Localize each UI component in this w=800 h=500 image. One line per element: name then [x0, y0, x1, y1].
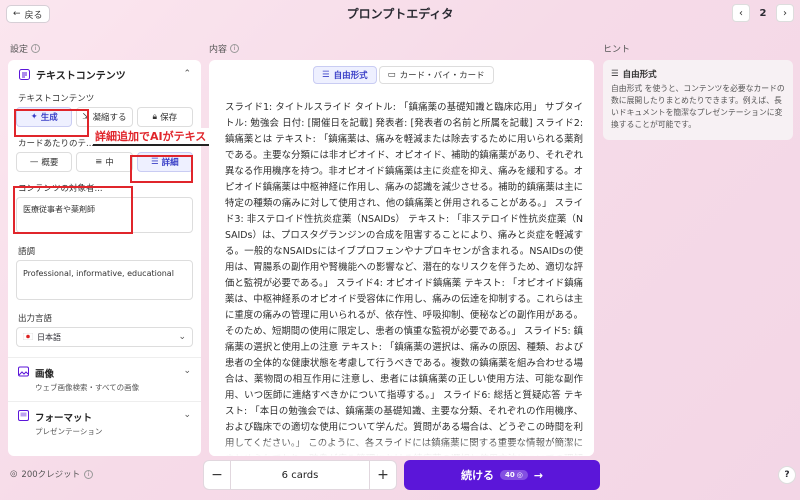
arrow-right-icon: → [533, 468, 544, 482]
hint-title: 自由形式 [622, 70, 657, 80]
tone-input[interactable]: Professional, informative, educational [16, 260, 193, 300]
summary-label: 概要 [41, 158, 59, 168]
highlight-detailed [130, 155, 193, 183]
preserve-label: 保存 [160, 113, 178, 123]
content-label: 内容 [209, 45, 228, 55]
cost-value: 40 [504, 471, 515, 479]
lock-icon: 🔒︎ [152, 112, 158, 122]
chevron-up-icon[interactable]: ⌃ [183, 69, 191, 79]
tone-label: 語調 [18, 247, 36, 257]
chevron-down-icon: ⌄ [178, 332, 186, 342]
lines-icon: ☰ [322, 70, 330, 80]
text-content-label: テキストコンテンツ [18, 94, 95, 104]
info-icon[interactable]: i [84, 469, 94, 479]
settings-column-label: 設定 i [10, 42, 41, 55]
top-bar: ← 戻る プロンプトエディタ ‹ 2 › [0, 0, 800, 28]
chevron-left-icon[interactable]: ‹ [732, 4, 750, 22]
cost-badge: 40 ◎ [499, 470, 528, 480]
format-title: フォーマット [35, 413, 93, 424]
lines-icon: ☰ [611, 69, 619, 79]
minus-icon: — [29, 157, 39, 167]
image-section[interactable]: 画像 ウェブ画像検索・すべての画像 ⌄ [8, 358, 201, 393]
hint-title-row: ☰ 自由形式 [611, 68, 785, 80]
image-icon [18, 366, 29, 393]
tab-freeform[interactable]: ☰ 自由形式 [313, 66, 377, 84]
help-button[interactable]: ? [778, 466, 796, 484]
cards-icon: ▭ [387, 70, 396, 80]
increment-button[interactable]: + [370, 461, 396, 489]
page-title: プロンプトエディタ [346, 7, 454, 21]
text-content-title: テキストコンテンツ [36, 70, 126, 82]
format-icon [18, 410, 29, 437]
medium-label: 中 [105, 158, 114, 168]
content-tabs: ☰ 自由形式 ▭ カード・バイ・カード [313, 66, 494, 84]
text-icon [18, 68, 30, 80]
highlight-generate [14, 109, 89, 137]
info-icon[interactable]: i [230, 44, 240, 53]
settings-label: 設定 [10, 45, 29, 55]
content-column-label: 内容 i [209, 42, 240, 55]
card-count-value[interactable]: 6 cards [230, 461, 370, 489]
credits-icon: ◎ [516, 471, 523, 479]
hint-label: ヒント [603, 45, 631, 55]
medium-button[interactable]: ≡ 中 [76, 152, 133, 172]
chevron-right-icon[interactable]: › [776, 4, 794, 22]
image-title: 画像 [35, 369, 55, 380]
credits-indicator[interactable]: ◎ 200クレジット i [10, 468, 94, 480]
summary-button[interactable]: — 概要 [16, 152, 73, 172]
hint-card: ☰ 自由形式 自由形式 を使うと、コンテンツを必要なカードの数に展開したりまとめ… [603, 60, 793, 140]
output-language-label: 出力言語 [18, 314, 53, 324]
image-subtitle: ウェブ画像検索・すべての画像 [35, 383, 140, 392]
tab-card-by-card[interactable]: ▭ カード・バイ・カード [378, 66, 494, 84]
tab-card-by-card-label: カード・バイ・カード [399, 71, 485, 81]
format-subtitle: プレゼンテーション [35, 427, 103, 436]
continue-button[interactable]: 続ける 40 ◎ → [404, 460, 600, 490]
pager: ‹ 2 › [732, 4, 794, 22]
card-count-stepper: − 6 cards + [203, 460, 397, 490]
decrement-button[interactable]: − [204, 461, 230, 489]
text-content-section-header[interactable]: テキストコンテンツ ⌃ [8, 60, 201, 88]
flag-icon [22, 332, 34, 342]
hint-column-label: ヒント [603, 42, 630, 55]
info-icon[interactable]: i [31, 44, 41, 53]
fade-overlay [209, 438, 594, 456]
chevron-down-icon: ⌄ [183, 410, 191, 420]
condense-label: 凝縮する [92, 113, 127, 123]
lines-icon: ≡ [95, 157, 103, 167]
highlight-audience [13, 186, 133, 234]
hint-body: 自由形式 を使うと、コンテンツを必要なカードの数に展開したりまとめたりできます。… [611, 84, 785, 129]
chevron-down-icon: ⌄ [183, 366, 191, 376]
output-language-select[interactable]: 日本語 ⌄ [16, 327, 193, 347]
credits-icon: ◎ [10, 469, 18, 479]
credits-label: 200クレジット [21, 470, 81, 480]
continue-label: 続ける [460, 469, 494, 482]
content-textarea[interactable]: スライド1: タイトルスライド タイトル: 「鎮痛薬の基礎知識と臨床応用」 サブ… [225, 100, 583, 456]
preserve-button[interactable]: 🔒︎ 保存 [136, 107, 193, 127]
format-section[interactable]: フォーマット プレゼンテーション ⌄ [8, 402, 201, 437]
output-language-value: 日本語 [37, 332, 61, 342]
page-number: 2 [759, 7, 767, 19]
content-panel: ☰ 自由形式 ▭ カード・バイ・カード スライド1: タイトルスライド タイトル… [209, 60, 594, 456]
tab-freeform-label: 自由形式 [333, 71, 368, 81]
